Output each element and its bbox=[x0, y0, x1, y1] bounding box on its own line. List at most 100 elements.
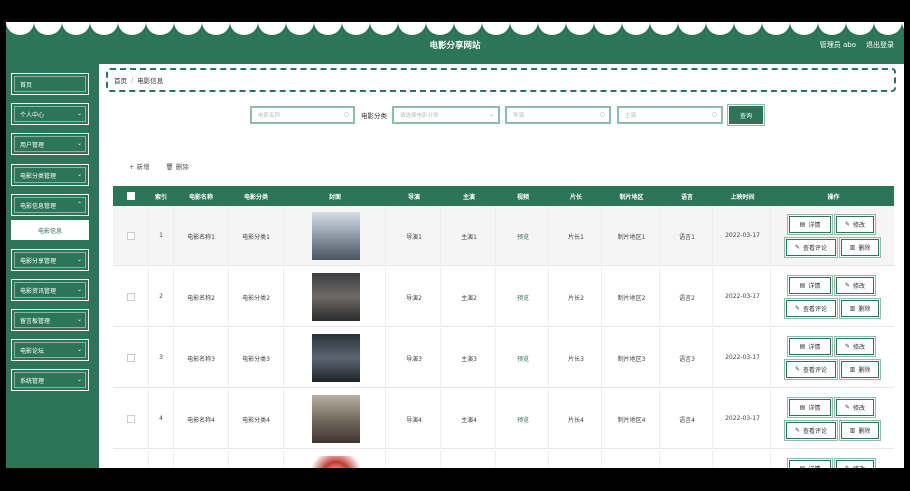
logout-button[interactable]: 退出登录 bbox=[866, 40, 894, 50]
column-divider bbox=[283, 389, 284, 449]
col-header: 制片地区 bbox=[619, 194, 644, 201]
pencil-icon: ✎ bbox=[794, 305, 800, 312]
cell-movie-name: 电影名称3 bbox=[187, 356, 215, 363]
edit-button[interactable]: ✎修改 bbox=[834, 214, 876, 235]
movie-name-input[interactable]: 电影名称 ○ bbox=[250, 106, 355, 124]
column-divider bbox=[440, 389, 441, 449]
sidebar-item-movie-info[interactable]: 电影信息管理 ⌃ bbox=[11, 194, 89, 216]
cell-release-date: 2022-03-17 bbox=[725, 354, 760, 361]
view-reviews-button[interactable]: ✎ 查看评论 bbox=[784, 420, 838, 441]
detail-button[interactable]: ▤详情 bbox=[787, 458, 833, 468]
batch-delete-button[interactable]: 🗑 删除 bbox=[166, 161, 189, 171]
sidebar-item-home[interactable]: 首页 bbox=[11, 73, 89, 95]
edit-label: 修改 bbox=[853, 344, 866, 351]
view-reviews-button[interactable]: ✎ 查看评论 bbox=[784, 359, 838, 380]
cell-release-date: 2022-03-17 bbox=[725, 232, 760, 239]
sidebar: 首页 个人中心 ⌄ 用户管理 ⌄ 电影分类管理 ⌄ 电影信息管理 ⌃ 电影信息 电影分享… bbox=[6, 64, 99, 468]
row-checkbox[interactable] bbox=[127, 415, 135, 423]
cell-index: 3 bbox=[159, 354, 163, 361]
sidebar-item-profile[interactable]: 个人中心 ⌄ bbox=[11, 103, 89, 125]
detail-button[interactable]: ▤详情 bbox=[787, 397, 833, 418]
video-preview-link[interactable]: 预览 bbox=[498, 354, 548, 363]
breadcrumb-current: 电影信息 bbox=[137, 77, 164, 85]
column-divider bbox=[385, 389, 386, 449]
delete-label: 删除 bbox=[858, 428, 871, 435]
view-reviews-button[interactable]: ✎ 查看评论 bbox=[784, 237, 838, 258]
column-divider bbox=[228, 267, 229, 327]
current-user-label[interactable]: 管理员 abo bbox=[820, 40, 856, 50]
movie-name-placeholder: 电影名称 bbox=[258, 113, 281, 119]
column-divider bbox=[712, 267, 713, 327]
detail-label: 详情 bbox=[808, 344, 821, 351]
column-divider bbox=[148, 267, 149, 327]
select-all-checkbox[interactable] bbox=[127, 192, 135, 200]
scallop-shape bbox=[454, 22, 482, 35]
sidebar-item-users[interactable]: 用户管理 ⌄ bbox=[11, 133, 89, 155]
detail-button[interactable]: ▤详情 bbox=[787, 214, 833, 235]
delete-button[interactable]: ▥ 删除 bbox=[839, 237, 881, 258]
column-divider bbox=[601, 328, 602, 388]
cell-region: 制片地区2 bbox=[617, 295, 646, 302]
column-divider bbox=[495, 450, 496, 468]
edit-button[interactable]: ✎修改 bbox=[834, 397, 876, 418]
scallop-shape bbox=[6, 22, 34, 35]
pencil-icon: ✎ bbox=[794, 366, 800, 373]
cell-category: 电影分类4 bbox=[242, 417, 270, 424]
scallop-shape bbox=[174, 22, 202, 35]
edit-label: 修改 bbox=[853, 283, 866, 290]
video-preview-link[interactable]: 预览 bbox=[498, 293, 548, 302]
view-reviews-button[interactable]: ✎ 查看评论 bbox=[784, 298, 838, 319]
actor-input[interactable]: 主演 ○ bbox=[617, 106, 723, 124]
column-divider bbox=[228, 206, 229, 266]
col-header: 导演 bbox=[407, 194, 420, 201]
chevron-down-icon: ⌄ bbox=[76, 286, 82, 293]
edit-button[interactable]: ✎修改 bbox=[834, 458, 876, 468]
sidebar-item-share[interactable]: 电影分享管理 ⌄ bbox=[11, 249, 89, 271]
detail-button[interactable]: ▤详情 bbox=[787, 275, 833, 296]
edit-label: 修改 bbox=[853, 222, 866, 229]
row-checkbox[interactable] bbox=[127, 232, 135, 240]
sidebar-item-system[interactable]: 系统管理 ⌄ bbox=[11, 369, 89, 391]
row-checkbox[interactable] bbox=[127, 354, 135, 362]
breadcrumb-home[interactable]: 首页 bbox=[114, 75, 127, 85]
column-divider bbox=[659, 206, 660, 266]
sidebar-item-news[interactable]: 电影资讯管理 ⌄ bbox=[11, 279, 89, 301]
scallop-shape bbox=[230, 22, 258, 35]
detail-button[interactable]: ▤详情 bbox=[787, 336, 833, 357]
row-checkbox[interactable] bbox=[127, 293, 135, 301]
category-select[interactable]: 请选择电影分类 ⌄ bbox=[392, 106, 500, 124]
cell-index: 4 bbox=[159, 415, 163, 422]
sidebar-item-guestbook[interactable]: 留言板管理 ⌄ bbox=[11, 309, 89, 331]
video-preview-link[interactable]: 预览 bbox=[498, 415, 548, 424]
add-button[interactable]: + 新增 bbox=[129, 161, 150, 171]
search-button[interactable]: 查询 bbox=[727, 104, 765, 126]
table-row: 4 电影名称4 电影分类4 导演4 主演4 预览 片长4 制片地区4 语言4 2… bbox=[113, 389, 894, 449]
delete-button[interactable]: ▥ 删除 bbox=[839, 298, 881, 319]
delete-label: 删除 bbox=[858, 245, 871, 252]
edit-button[interactable]: ✎修改 bbox=[834, 275, 876, 296]
scallop-shape bbox=[258, 22, 286, 35]
cell-category: 电影分类1 bbox=[242, 234, 270, 241]
cell-category: 电影分类3 bbox=[242, 356, 270, 363]
sidebar-item-label: 用户管理 bbox=[20, 141, 45, 149]
delete-button[interactable]: ▥ 删除 bbox=[839, 420, 881, 441]
sidebar-item-forum[interactable]: 电影论坛 ⌄ bbox=[11, 339, 89, 361]
scallop-shape bbox=[846, 22, 874, 35]
column-divider bbox=[148, 450, 149, 468]
sidebar-item-label: 留言板管理 bbox=[20, 317, 51, 325]
sidebar-item-category[interactable]: 电影分类管理 ⌄ bbox=[11, 164, 89, 186]
video-preview-link[interactable]: 预览 bbox=[498, 232, 548, 241]
table-actions: + 新增 🗑 删除 bbox=[129, 161, 189, 171]
cell-movie-name: 电影名称4 bbox=[187, 417, 215, 424]
edit-button[interactable]: ✎修改 bbox=[834, 336, 876, 357]
cell-director: 导演2 bbox=[406, 295, 422, 302]
scallop-shape bbox=[62, 22, 90, 35]
delete-label: 删除 bbox=[858, 367, 871, 374]
sidebar-subitem-movie-info[interactable]: 电影信息 bbox=[11, 220, 89, 240]
trash-icon: ▥ bbox=[849, 366, 856, 373]
scallop-shape bbox=[314, 22, 342, 35]
delete-button[interactable]: ▥ 删除 bbox=[839, 359, 881, 380]
director-input[interactable]: 导演 ○ bbox=[505, 106, 611, 124]
cell-region: 制片地区3 bbox=[617, 356, 646, 363]
movie-poster-image bbox=[312, 395, 360, 443]
